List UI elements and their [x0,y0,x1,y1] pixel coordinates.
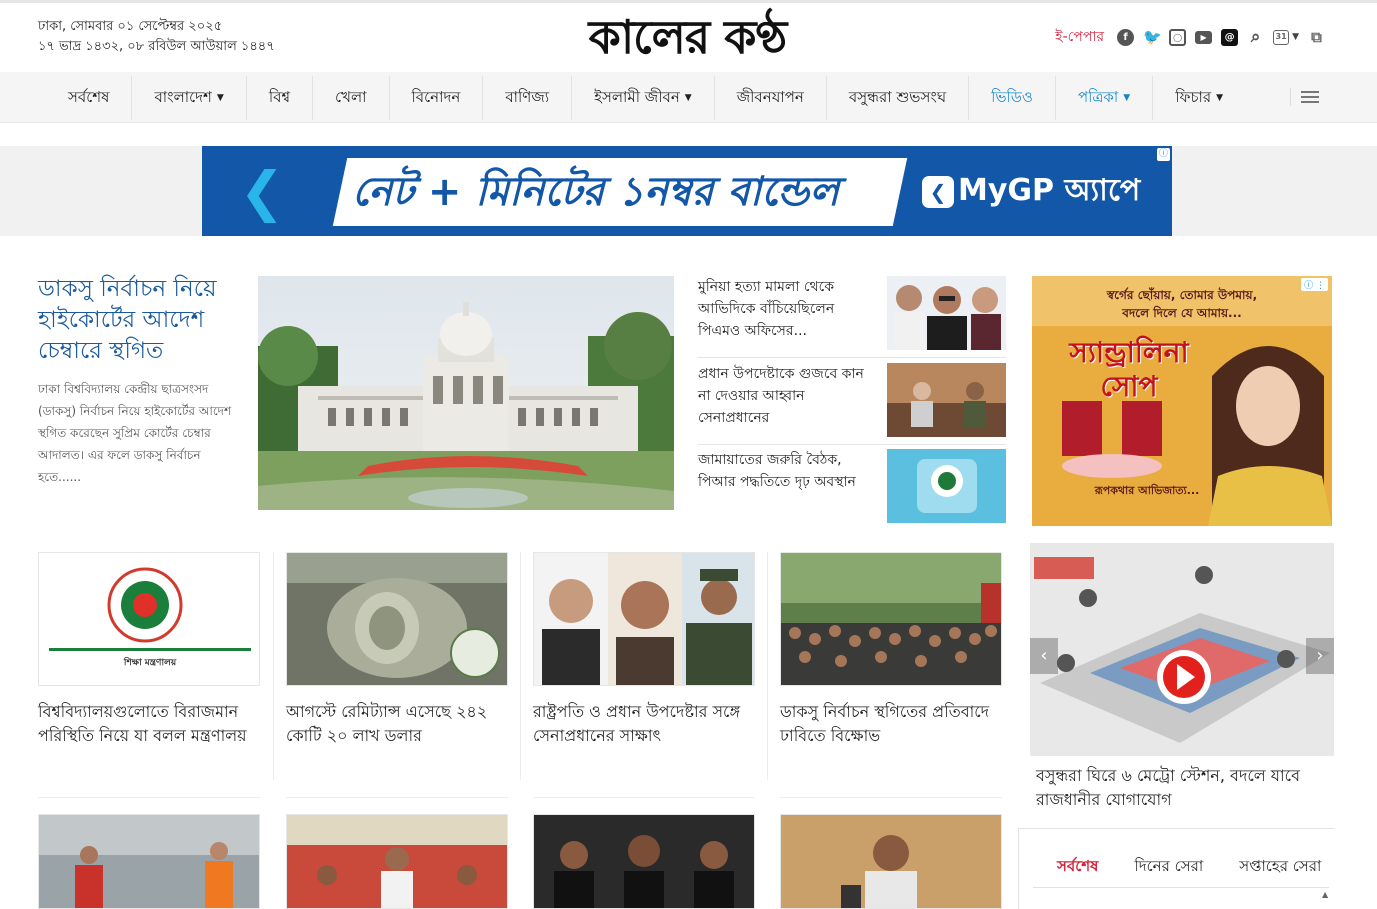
date-block: ঢাকা, সোমবার ০১ সেপ্টেম্বর ২০২৫ ১৭ ভাদ্র… [38,17,275,57]
calendar-caret-icon[interactable]: ▼ [1292,32,1299,42]
side-news-title: প্রধান উপদেষ্টাকে গুজবে কান না দেওয়ার আ… [698,366,864,426]
site-header: ঢাকা, সোমবার ০১ সেপ্টেম্বর ২০২৫ ১৭ ভাদ্র… [0,0,1377,72]
nav-item-world[interactable]: বিশ্ব [247,76,314,120]
video-title[interactable]: বসুন্ধরা ঘিরে ৬ মেট্রো স্টেশন, বদলে যাবে… [1036,764,1326,812]
row-divider [38,797,260,798]
nav-item-business[interactable]: বাণিজ্য [483,76,573,120]
chevron-left-icon[interactable]: ‹ [1030,638,1058,674]
row-divider [286,797,508,798]
card-image-press [780,814,1002,909]
side-news-item[interactable]: প্রধান উপদেষ্টাকে গুজবে কান না দেওয়ার আ… [698,363,1006,445]
side-news-title: মুনিয়া হত্যা মামলা থেকে আভিদিকে বাঁচিয়… [698,279,835,339]
main-navbar: সর্বশেষ বাংলাদেশ ▼ বিশ্ব খেলা বিনোদন বাণি… [0,72,1377,123]
menu-icon[interactable] [1290,88,1319,106]
lead-summary: ঢাকা বিশ্ববিদ্যালয় কেন্দ্রীয় ছাত্রসংসদ… [38,382,232,484]
side-news-title: জামায়াতের জরুরি বৈঠক, পিআর পদ্ধতিতে দৃঢ… [698,452,856,490]
nav-item-islamic-life[interactable]: ইসলামী জীবন ▼ [572,76,715,120]
nav-item-video[interactable]: ভিডিও [969,76,1056,120]
card-image-lawyers [533,814,755,909]
youtube-icon[interactable]: ▶ [1195,30,1213,44]
nav-item-newspaper[interactable]: পত্রিকা ▼ [1056,76,1154,120]
header-tools: ই-পেপার f 🐦 ◯ ▶ @ ⌕ 31 ▼ ⧉ [1055,25,1325,49]
card-title: বিশ্ববিদ্যালয়গুলোতে বিরাজমান পরিস্থিতি … [38,702,247,745]
column-divider [273,552,274,780]
card-image-cricket [38,814,260,909]
ad-brand: স্যান্ড্রালিনা সোপ [1069,336,1189,403]
play-icon [1177,664,1195,690]
side-news-thumb [887,276,1006,350]
lead-image-high-court[interactable] [258,276,674,510]
card-image-rally [286,814,508,909]
nav-item-sports[interactable]: খেলা [313,76,390,120]
row-divider [780,797,1002,798]
nav-item-feature[interactable]: ফিচার ▼ [1153,76,1245,120]
ad-app-label: ❮ MyGP অ্যাপে [922,168,1140,214]
facebook-icon[interactable]: f [1117,28,1135,46]
side-news-item[interactable]: জামায়াতের জরুরি বৈঠক, পিআর পদ্ধতিতে দৃঢ… [698,449,1006,531]
card-image-label: শিক্ষা মন্ত্রণালয় [123,658,177,668]
main-nav: সর্বশেষ বাংলাদেশ ▼ বিশ্ব খেলা বিনোদন বাণি… [46,76,1245,120]
date-line-gregorian: ঢাকা, সোমবার ০১ সেপ্টেম্বর ২০২৫ [38,19,223,34]
search-icon[interactable]: ⌕ [1247,28,1264,46]
nav-item-latest[interactable]: সর্বশেষ [46,76,133,120]
card-image-remittance [286,552,508,686]
ad-info-icon[interactable]: ⓘ [1157,148,1170,161]
tab-latest[interactable]: সর্বশেষ [1057,855,1098,880]
side-news-thumb [887,363,1006,437]
dropdown-caret-icon: ▼ [1216,93,1224,103]
card-image-education-ministry: শিক্ষা মন্ত্রণালয় [38,552,260,686]
telenor-logo-icon: ❮ [239,160,285,223]
side-news-thumb [887,449,1006,523]
twitter-icon[interactable]: 🐦 [1143,28,1162,46]
chevron-right-icon[interactable]: › [1306,638,1334,674]
card-image-protest [780,552,1002,686]
ad-tagline: স্বর্গের ছোঁয়ায়, তোমার উপমায়, বদলে দিল… [1106,288,1258,320]
lead-headline[interactable]: ডাকসু নির্বাচন নিয়ে হাইকোর্টের আদেশ চেম… [38,274,238,367]
row-divider [533,797,755,798]
scroll-up-icon[interactable]: ▲ [1322,890,1328,899]
top-ad-band: ❮ নেট + মিনিটের ১নম্বর বান্ডেল ❮ MyGP অ্য… [0,146,1377,236]
nav-item-bangladesh[interactable]: বাংলাদেশ ▼ [132,76,247,120]
dropdown-caret-icon: ▼ [216,93,224,103]
threads-icon[interactable]: @ [1221,28,1239,46]
language-icon[interactable]: ⧉ [1308,28,1325,46]
nav-item-entertainment[interactable]: বিনোদন [390,76,484,120]
card-title: ডাকসু নির্বাচন স্থগিতের প্রতিবাদে ঢাবিতে… [780,702,990,745]
ad-headline: নেট + মিনিটের ১নম্বর বান্ডেল [352,169,840,215]
popular-tabs-box: সর্বশেষ দিনের সেরা সপ্তাহের সেরা [1018,828,1334,909]
mygp-app-icon: ❮ [922,175,954,208]
dropdown-caret-icon: ▼ [1123,93,1131,103]
popular-tabs: সর্বশেষ দিনের সেরা সপ্তাহের সেরা [1057,855,1321,880]
card-title: আগস্টে রেমিট্যান্স এসেছে ২৪২ কোটি ২০ লাখ… [286,702,488,745]
card-image-president-meeting [533,552,755,686]
right-sidebar-ad[interactable]: স্বর্গের ছোঁয়ায়, তোমার উপমায়, বদলে দিল… [1032,276,1332,526]
card-title: রাষ্ট্রপতি ও প্রধান উপদেষ্টার সঙ্গে সেনা… [533,702,741,745]
epaper-link[interactable]: ই-পেপার [1055,25,1104,49]
column-divider [520,552,521,780]
column-divider [767,552,768,780]
instagram-icon[interactable]: ◯ [1169,28,1187,46]
calendar-icon[interactable]: 31 [1273,29,1290,45]
top-banner-ad[interactable]: ❮ নেট + মিনিটের ১নম্বর বান্ডেল ❮ MyGP অ্য… [202,146,1172,236]
site-logo[interactable]: কালের কণ্ঠ [555,7,820,67]
tab-week-best[interactable]: সপ্তাহের সেরা [1239,855,1321,880]
featured-video[interactable]: ‹ › [1030,543,1334,756]
date-line-bangla-hijri: ১৭ ভাদ্র ১৪৩২, ০৮ রবিউল আউয়াল ১৪৪৭ [38,39,275,54]
nav-item-shuvosongho[interactable]: বসুন্ধরা শুভসংঘ [827,76,970,120]
ad-info-icon[interactable]: ⓘ ⋮ [1301,278,1328,291]
nav-item-lifestyle[interactable]: জীবনযাপন [715,76,827,120]
dropdown-caret-icon: ▼ [684,93,692,103]
side-news-item[interactable]: মুনিয়া হত্যা মামলা থেকে আভিদিকে বাঁচিয়… [698,276,1006,358]
ad-subline: রূপকথার আভিজাত্য... [1094,484,1200,497]
tab-today-best[interactable]: দিনের সেরা [1134,855,1203,880]
